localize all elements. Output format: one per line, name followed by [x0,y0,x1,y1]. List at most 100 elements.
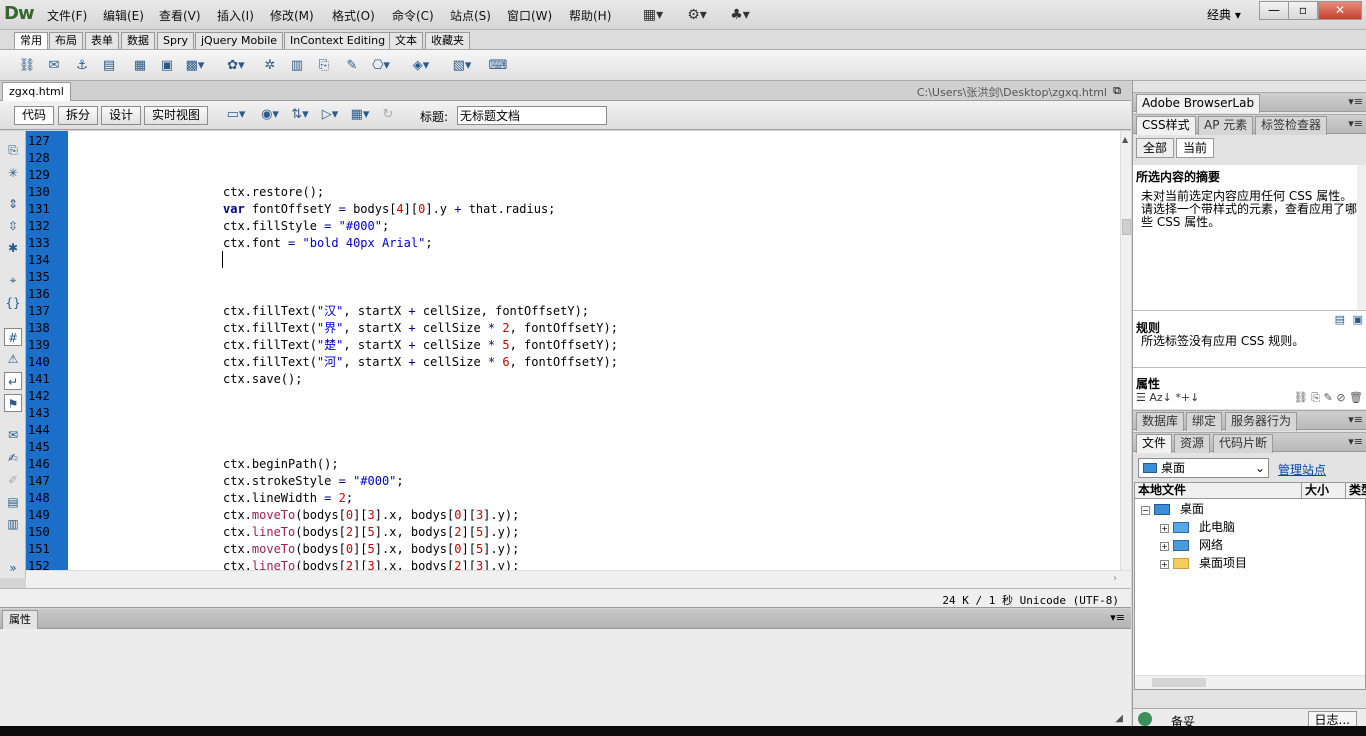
insert-tab-text[interactable]: 文本 [389,32,423,49]
templates-icon[interactable]: ▧▾ [452,56,472,76]
widget-icon[interactable]: ✲ [260,56,280,76]
about-icon[interactable]: ▤ [1335,313,1345,326]
expand-toggle-icon[interactable]: + [1160,524,1169,533]
menu-help[interactable]: 帮助(H) [569,7,611,24]
more-tools-icon[interactable]: » [4,559,22,577]
code-line[interactable]: ctx.moveTo(bodys[0][5].x, bodys[0][5].y)… [223,541,519,558]
code-line[interactable]: ctx.save(); [223,371,302,388]
manage-sites-link[interactable]: 管理站点 [1278,461,1326,478]
remove-comment-icon[interactable]: ✍ [4,449,22,467]
code-line[interactable]: ctx.strokeStyle = "#000"; [223,473,404,490]
tab-server-behaviors[interactable]: 服务器行为 [1225,412,1298,431]
site-icon[interactable]: ♣▾ [727,6,753,24]
code-line[interactable]: ctx.beginPath(); [223,456,339,473]
horizontal-rule-icon[interactable]: ▤ [99,56,119,76]
panel-menu-icon[interactable]: ▾≡ [1110,611,1125,624]
menu-edit[interactable]: 编辑(E) [103,7,144,24]
syntax-error-icon[interactable]: ⚑ [4,394,22,412]
code-line[interactable]: ctx.fillStyle = "#000"; [223,218,389,235]
css-all-button[interactable]: 全部 [1136,138,1175,158]
div-icon[interactable]: ▣ [157,56,177,76]
layout-icon[interactable]: ▦▾ [640,6,666,24]
tab-tag-inspector[interactable]: 标签检查器 [1255,116,1328,135]
named-anchor-icon[interactable]: ⚓ [72,56,92,76]
menu-site[interactable]: 站点(S) [450,7,491,24]
move-css-icon[interactable]: ▥ [4,515,22,533]
tab-assets[interactable]: 资源 [1174,434,1211,453]
tag-chooser-icon[interactable]: ⌨ [488,56,508,76]
select-parent-tag-icon[interactable]: ⌖ [4,271,22,289]
server-include-icon[interactable]: ⎘ [314,56,334,76]
gear-icon[interactable]: ⚙▾ [684,6,710,24]
highlight-invalid-icon[interactable]: ⚠ [4,350,22,368]
tree-node-this-pc[interactable]: + 此电脑 [1160,518,1235,536]
recent-snippets-icon[interactable]: ▤ [4,493,22,511]
expand-toggle-icon[interactable]: + [1160,560,1169,569]
props-action-icons[interactable]: ⛓ ⎘ ✎ ⊘ 🗑 [1294,391,1363,405]
word-wrap-icon[interactable]: ↵ [4,372,22,390]
rule-icon[interactable]: ▣ [1353,313,1363,326]
insert-tab-incontext[interactable]: InContext Editing [284,32,392,49]
code-line[interactable]: ctx.lineWidth = 2; [223,490,353,507]
media-icon[interactable]: ✿▾ [226,56,246,76]
email-link-icon[interactable]: ✉ [44,56,64,76]
tree-horizontal-scrollbar[interactable] [1135,675,1365,689]
col-type[interactable]: 类型 [1346,483,1366,499]
site-select[interactable]: 桌面 ⌄ [1138,458,1269,478]
comment-icon[interactable]: ✎ [342,56,362,76]
minimize-button[interactable]: — [1259,1,1289,20]
apply-comment-icon[interactable]: ✉ [4,426,22,444]
hyperlink-icon[interactable]: ⛓ [17,56,37,76]
menu-window[interactable]: 窗口(W) [507,7,552,24]
scroll-right-icon[interactable]: › [1113,573,1117,584]
images-icon[interactable]: ▩▾ [185,56,205,76]
preview-browser-icon[interactable]: ◉▾ [260,105,280,125]
insert-tab-forms[interactable]: 表单 [85,32,119,49]
insert-tab-layout[interactable]: 布局 [49,32,83,49]
editor-horizontal-scrollbar[interactable]: › [26,570,1131,588]
tree-scroll-thumb[interactable] [1152,678,1206,687]
code-line[interactable]: ctx.fillText("界", startX + cellSize * 2,… [223,320,618,337]
insert-tab-data[interactable]: 数据 [121,32,155,49]
tree-node-desktop[interactable]: − 桌面 [1141,500,1204,518]
collapse-toggle-icon[interactable]: − [1141,506,1150,515]
properties-tab[interactable]: 属性 [2,610,38,629]
collapse-icon[interactable]: ◢ [1115,713,1123,724]
balance-braces-icon[interactable]: {} [4,294,22,312]
menu-format[interactable]: 格式(O) [332,7,375,24]
date-icon[interactable]: ▥ [287,56,307,76]
tab-bindings[interactable]: 绑定 [1186,412,1223,431]
table-icon[interactable]: ▦ [130,56,150,76]
head-icon[interactable]: ⎔▾ [371,56,391,76]
design-view-button[interactable]: 设计 [101,106,142,125]
insert-tab-spry[interactable]: Spry [157,32,194,49]
code-view-button[interactable]: 代码 [14,106,55,125]
menu-insert[interactable]: 插入(I) [217,7,254,24]
document-tab[interactable]: zgxq.html [2,82,71,101]
refresh-icon[interactable]: ↻ [378,105,398,125]
code-line[interactable]: var fontOffsetY = bodys[4][0].y + that.r… [223,201,555,218]
open-documents-icon[interactable]: ⎘ [4,141,22,159]
expand-all-icon[interactable]: ✱ [4,239,22,257]
show-code-navigator-icon[interactable]: ✳ [4,164,22,182]
summary-scrollbar[interactable] [1357,165,1366,310]
insert-tab-favorites[interactable]: 收藏夹 [425,32,470,49]
wrap-tag-icon[interactable]: ✐ [4,471,22,489]
tree-node-desktop-items[interactable]: + 桌面项目 [1160,554,1247,572]
tab-databases[interactable]: 数据库 [1136,412,1185,431]
live-view-button[interactable]: 实时视图 [144,106,209,125]
code-line[interactable]: ctx.font = "bold 40px Arial"; [223,235,433,252]
maximize-button[interactable]: ▫ [1288,1,1318,20]
css-current-button[interactable]: 当前 [1176,138,1215,158]
code-line[interactable]: ctx.fillText("河", startX + cellSize * 6,… [223,354,618,371]
menu-file[interactable]: 文件(F) [47,7,87,24]
code-line[interactable]: ctx.lineTo(bodys[2][5].x, bodys[2][5].y)… [223,524,519,541]
expand-toggle-icon[interactable]: + [1160,542,1169,551]
collapse-selection-icon[interactable]: ⇳ [4,217,22,235]
menu-view[interactable]: 查看(V) [159,7,201,24]
props-view-icons[interactable]: ☰ Az↓ *+↓ [1136,391,1199,404]
visual-aids-icon[interactable]: ▦▾ [350,105,370,125]
tree-node-network[interactable]: + 网络 [1160,536,1223,554]
panel-menu-icon[interactable]: ▾≡ [1348,95,1363,108]
panel-menu-icon[interactable]: ▾≡ [1348,435,1363,448]
